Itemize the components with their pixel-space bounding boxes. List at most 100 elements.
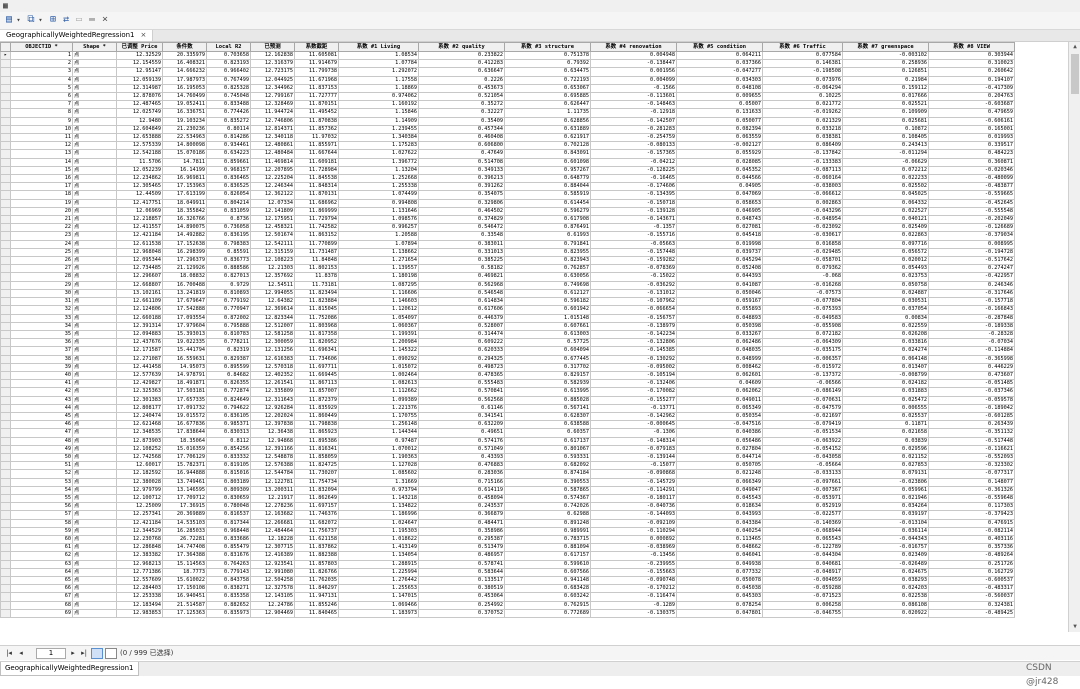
table-cell[interactable]: 31 — [10, 297, 73, 307]
table-cell[interactable]: -0.559648 — [928, 493, 1015, 504]
table-cell[interactable]: 12.305465 — [116, 182, 163, 192]
table-cell[interactable]: 0.469821 — [418, 272, 505, 282]
table-cell[interactable]: 0.613003 — [504, 329, 591, 340]
table-cell[interactable]: -0.066654 — [590, 305, 677, 315]
table-cell[interactable]: 点 — [72, 313, 117, 323]
table-cell[interactable]: 15.393013 — [162, 329, 207, 340]
table-cell[interactable]: 0.884044 — [504, 182, 591, 192]
row-selector[interactable] — [0, 223, 11, 233]
table-cell[interactable]: 12.421184 — [116, 518, 163, 528]
row-selector[interactable] — [0, 215, 11, 225]
row-selector[interactable] — [0, 231, 11, 241]
table-cell[interactable]: 12.604849 — [116, 124, 163, 135]
table-cell[interactable]: 0.843758 — [206, 575, 251, 586]
table-cell[interactable]: 12.994055 — [250, 288, 295, 299]
table-cell[interactable]: 点 — [72, 338, 117, 348]
table-cell[interactable]: 0.025472 — [842, 395, 929, 405]
table-cell[interactable]: 8 — [10, 108, 73, 118]
table-cell[interactable]: 12.742568 — [116, 452, 163, 463]
table-cell[interactable]: 1.139557 — [338, 264, 419, 274]
table-cell[interactable]: 13.146595 — [162, 485, 207, 495]
table-cell[interactable]: 5 — [10, 83, 73, 94]
row-selector-header[interactable] — [0, 42, 11, 52]
scrollbar-thumb[interactable] — [1071, 54, 1079, 94]
table-cell[interactable]: 0.823943 — [504, 256, 591, 266]
table-cell[interactable]: -0.047579 — [762, 403, 843, 413]
table-cell[interactable]: 0.596279 — [504, 206, 591, 217]
table-cell[interactable]: -0.417309 — [928, 83, 1015, 94]
table-cell[interactable]: 0.097716 — [842, 239, 929, 249]
table-cell[interactable]: 1.256148 — [338, 420, 419, 430]
table-cell[interactable]: 0.049011 — [676, 395, 763, 405]
table-cell[interactable]: 11.947131 — [294, 592, 339, 602]
table-cell[interactable]: 0.043993 — [676, 510, 763, 520]
table-cell[interactable]: 点 — [72, 477, 117, 487]
table-cell[interactable]: 1.024647 — [338, 518, 419, 528]
table-cell[interactable]: 0.046905 — [676, 206, 763, 217]
table-cell[interactable]: 0.037054 — [842, 305, 929, 315]
table-cell[interactable]: 12.397838 — [250, 420, 295, 430]
table-cell[interactable]: 0.065543 — [762, 534, 843, 545]
row-selector[interactable] — [0, 206, 11, 217]
table-cell[interactable]: 点 — [72, 428, 117, 438]
table-cell[interactable]: 50 — [10, 452, 73, 463]
table-cell[interactable]: 0.027853 — [842, 461, 929, 471]
table-cell[interactable]: 32 — [10, 305, 73, 315]
table-cell[interactable]: 0.957267 — [504, 165, 591, 176]
table-cell[interactable]: 0.795888 — [206, 321, 251, 331]
row-selector[interactable] — [0, 124, 11, 135]
table-cell[interactable]: 0.934461 — [206, 141, 251, 151]
previous-record-icon[interactable]: ◂ — [16, 646, 26, 660]
row-selector[interactable] — [0, 370, 11, 381]
table-cell[interactable]: 17.093554 — [162, 313, 207, 323]
table-cell[interactable]: 0.027804 — [676, 444, 763, 454]
table-cell[interactable]: 0.079131 — [842, 469, 929, 479]
table-cell[interactable]: -0.046755 — [762, 608, 843, 619]
table-cell[interactable]: -0.116474 — [590, 592, 677, 602]
row-selector[interactable] — [0, 584, 11, 594]
table-cell[interactable]: 17.36915 — [162, 502, 207, 512]
table-cell[interactable]: 0.607661 — [504, 321, 591, 331]
table-cell[interactable]: 11.835929 — [294, 403, 339, 413]
table-cell[interactable]: -0.28328 — [928, 329, 1015, 340]
table-row[interactable]: 2 点 12.154559 16.408321 0.823193 12.316379 11.… — [0, 59, 1015, 69]
table-row[interactable]: 34 点 12.391314 17.979604 0.795888 12.512007 11… — [0, 321, 1015, 331]
table-cell[interactable]: 12.95147 — [116, 67, 163, 77]
row-selector[interactable] — [0, 305, 11, 315]
table-cell[interactable]: 12.581258 — [250, 329, 295, 340]
table-row[interactable]: 38 点 12.271087 16.559631 0.829387 12.616383 11… — [0, 354, 1015, 364]
table-cell[interactable]: 12.335809 — [250, 387, 295, 397]
table-cell[interactable]: 0.148077 — [928, 477, 1015, 487]
table-cell[interactable]: 0.49651 — [418, 428, 505, 438]
table-row[interactable]: 6 点 12.878076 14.760499 0.745048 12.799167 11.… — [0, 92, 1015, 102]
table-cell[interactable]: 0.021248 — [676, 469, 763, 479]
table-cell[interactable]: -0.489264 — [928, 551, 1015, 561]
table-cell[interactable]: 0.086409 — [762, 141, 843, 151]
table-cell[interactable]: -0.040736 — [590, 502, 677, 512]
table-cell[interactable]: 0.023753 — [842, 272, 929, 282]
table-cell[interactable]: 点 — [72, 600, 117, 610]
table-cell[interactable]: 12.141809 — [250, 206, 295, 217]
table-row[interactable]: 28 点 12.296607 18.08832 0.827013 12.357692 11.… — [0, 272, 1015, 282]
table-cell[interactable]: 点 — [72, 411, 117, 422]
table-cell[interactable]: 67 — [10, 592, 73, 602]
table-cell[interactable]: 0.077332 — [676, 567, 763, 578]
table-cell[interactable]: 0.521054 — [418, 92, 505, 102]
table-row[interactable]: 67 点 12.253338 16.940451 0.835358 12.143105 11… — [0, 592, 1015, 602]
table-cell[interactable]: 点 — [72, 420, 117, 430]
chevron-down-icon[interactable]: ▾ — [15, 14, 22, 26]
table-cell[interactable]: 0.04905 — [676, 182, 763, 192]
table-cell[interactable]: 1.147015 — [338, 592, 419, 602]
row-selector[interactable] — [0, 239, 11, 249]
table-cell[interactable]: 0.159112 — [842, 83, 929, 94]
table-cell[interactable]: 0.360871 — [928, 157, 1015, 167]
table-cell[interactable]: 0.390553 — [504, 477, 591, 487]
table-cell[interactable]: 0.722193 — [504, 75, 591, 85]
table-cell[interactable]: 0.048662 — [676, 543, 763, 553]
table-cell[interactable]: 11.730207 — [294, 469, 339, 479]
row-selector[interactable] — [0, 551, 11, 561]
table-cell[interactable]: -0.137372 — [762, 370, 843, 381]
table-cell[interactable]: 1.07784 — [338, 59, 419, 69]
table-row[interactable]: 24 点 12.611538 17.152638 0.798383 12.542111 11… — [0, 239, 1015, 249]
row-selector[interactable] — [0, 608, 11, 619]
